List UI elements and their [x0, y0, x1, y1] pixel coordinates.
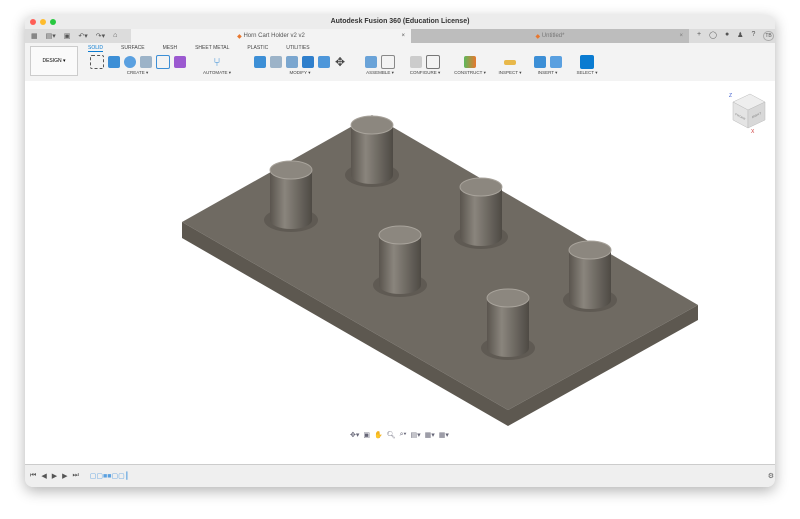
app-window: Autodesk Fusion 360 (Education License) …	[25, 15, 775, 487]
construct-group[interactable]: CONSTRUCT ▾	[450, 54, 490, 76]
create-group[interactable]: CREATE ▾	[85, 54, 190, 76]
avatar[interactable]: TB	[763, 31, 774, 41]
select-group[interactable]: SELECT ▾	[572, 54, 602, 76]
insert-menu[interactable]: INSERT ▾	[538, 70, 558, 75]
grid-settings-icon[interactable]: ▦▾	[425, 431, 435, 439]
inspect-group[interactable]: INSPECT ▾	[495, 54, 525, 76]
peg	[481, 288, 535, 360]
minimize-button[interactable]	[40, 19, 46, 25]
help-icon[interactable]: ?	[751, 31, 755, 41]
x-axis-label: X	[751, 129, 755, 135]
timeline-features[interactable]: ▢▢■■▢▢┃	[90, 472, 129, 480]
first-icon[interactable]: ⏮	[30, 472, 36, 480]
canvas-viewport[interactable]: Z X FRONT RIGHT ✥▾ ▣ ✋ 🔍︎ ⌕▾ ▤▾ ▦▾ ▦▾	[25, 81, 775, 465]
modify-menu[interactable]: MODIFY ▾	[290, 70, 311, 75]
configure-group[interactable]: CONFIGURE ▾	[405, 54, 445, 76]
display-settings-icon[interactable]: ▤▾	[411, 431, 421, 439]
modify-group[interactable]: ✥ MODIFY ▾	[245, 54, 355, 76]
tab-surface[interactable]: SURFACE	[121, 45, 145, 52]
save-icon[interactable]: ▣	[64, 32, 71, 40]
peg	[345, 115, 399, 187]
view-cube[interactable]: Z X FRONT RIGHT	[729, 93, 766, 135]
orbit-icon[interactable]: ✥▾	[350, 431, 359, 439]
assemble-menu[interactable]: ASSEMBLE ▾	[366, 70, 394, 75]
peg	[373, 225, 427, 297]
play-icon[interactable]: ▶	[52, 472, 57, 480]
configure-menu[interactable]: CONFIGURE ▾	[410, 70, 441, 75]
pan-icon[interactable]: ✋	[374, 431, 383, 439]
file-icon[interactable]: ▤▾	[46, 32, 56, 40]
peg	[563, 240, 617, 312]
look-at-icon[interactable]: ▣	[363, 431, 370, 439]
tab-horn-cart-holder[interactable]: ◆ Horn Cart Holder v2 v2 ×	[131, 29, 411, 43]
construct-menu[interactable]: CONSTRUCT ▾	[454, 70, 486, 75]
undo-icon[interactable]: ↶▾	[78, 32, 87, 40]
tab-untitled[interactable]: ◆ Untitled* ×	[411, 29, 689, 43]
grid-icon[interactable]: ▦	[31, 32, 38, 40]
peg	[454, 177, 508, 249]
timeline: ⏮ ◀ ▶ ▶ ⏭ ▢▢■■▢▢┃ ⚙	[25, 464, 775, 487]
model-view[interactable]: Z X FRONT RIGHT	[25, 81, 775, 465]
navigation-bar: ✥▾ ▣ ✋ 🔍︎ ⌕▾ ▤▾ ▦▾ ▦▾	[350, 431, 449, 439]
viewports-icon[interactable]: ▦▾	[439, 431, 449, 439]
title-bar: Autodesk Fusion 360 (Education License)	[25, 15, 775, 29]
automate-group[interactable]: ⑂ AUTOMATE ▾	[197, 54, 237, 76]
extensions-icon[interactable]: ●	[725, 31, 729, 41]
home-icon[interactable]: ⌂	[113, 32, 117, 40]
plate-top	[182, 115, 698, 410]
new-tab-icon[interactable]: +	[697, 31, 701, 41]
close-tab-icon[interactable]: ×	[401, 33, 405, 39]
zoom-icon[interactable]: 🔍︎	[387, 431, 396, 439]
workspace-switcher[interactable]: DESIGN ▾	[30, 46, 78, 76]
fit-icon[interactable]: ⌕▾	[400, 431, 407, 439]
redo-icon[interactable]: ↷▾	[96, 32, 105, 40]
tab-solid[interactable]: SOLID	[88, 45, 104, 52]
tab-plastic[interactable]: PLASTIC	[247, 45, 268, 52]
select-menu[interactable]: SELECT ▾	[577, 70, 598, 75]
move-icon: ✥	[334, 55, 346, 69]
peg	[264, 160, 318, 232]
window-title: Autodesk Fusion 360 (Education License)	[330, 18, 470, 25]
assemble-group[interactable]: ASSEMBLE ▾	[360, 54, 400, 76]
close-tab-icon[interactable]: ×	[679, 33, 683, 39]
create-menu[interactable]: CREATE ▾	[127, 70, 148, 75]
tab-sheet-metal[interactable]: SHEET METAL	[195, 45, 229, 52]
inspect-menu[interactable]: INSPECT ▾	[499, 70, 522, 75]
tab-label: Horn Cart Holder v2 v2	[243, 33, 305, 39]
notifications-icon[interactable]: ♟	[737, 31, 743, 41]
automate-menu[interactable]: AUTOMATE ▾	[203, 70, 231, 75]
last-icon[interactable]: ⏭	[72, 472, 78, 480]
next-icon[interactable]: ▶	[62, 472, 67, 480]
settings-icon[interactable]: ⚙	[768, 472, 774, 480]
tab-mesh[interactable]: MESH	[163, 45, 177, 52]
zoom-button[interactable]	[50, 19, 56, 25]
close-button[interactable]	[30, 19, 36, 25]
tab-label: Untitled*	[541, 33, 565, 39]
insert-group[interactable]: INSERT ▾	[530, 54, 565, 76]
toolbar-ribbon: DESIGN ▾ SOLID SURFACE MESH SHEET METAL …	[25, 43, 775, 82]
previous-icon[interactable]: ◀	[41, 472, 46, 480]
z-axis-label: Z	[729, 93, 732, 99]
job-status-icon[interactable]: ◯	[709, 31, 717, 41]
tab-utilities[interactable]: UTILITIES	[286, 45, 309, 52]
